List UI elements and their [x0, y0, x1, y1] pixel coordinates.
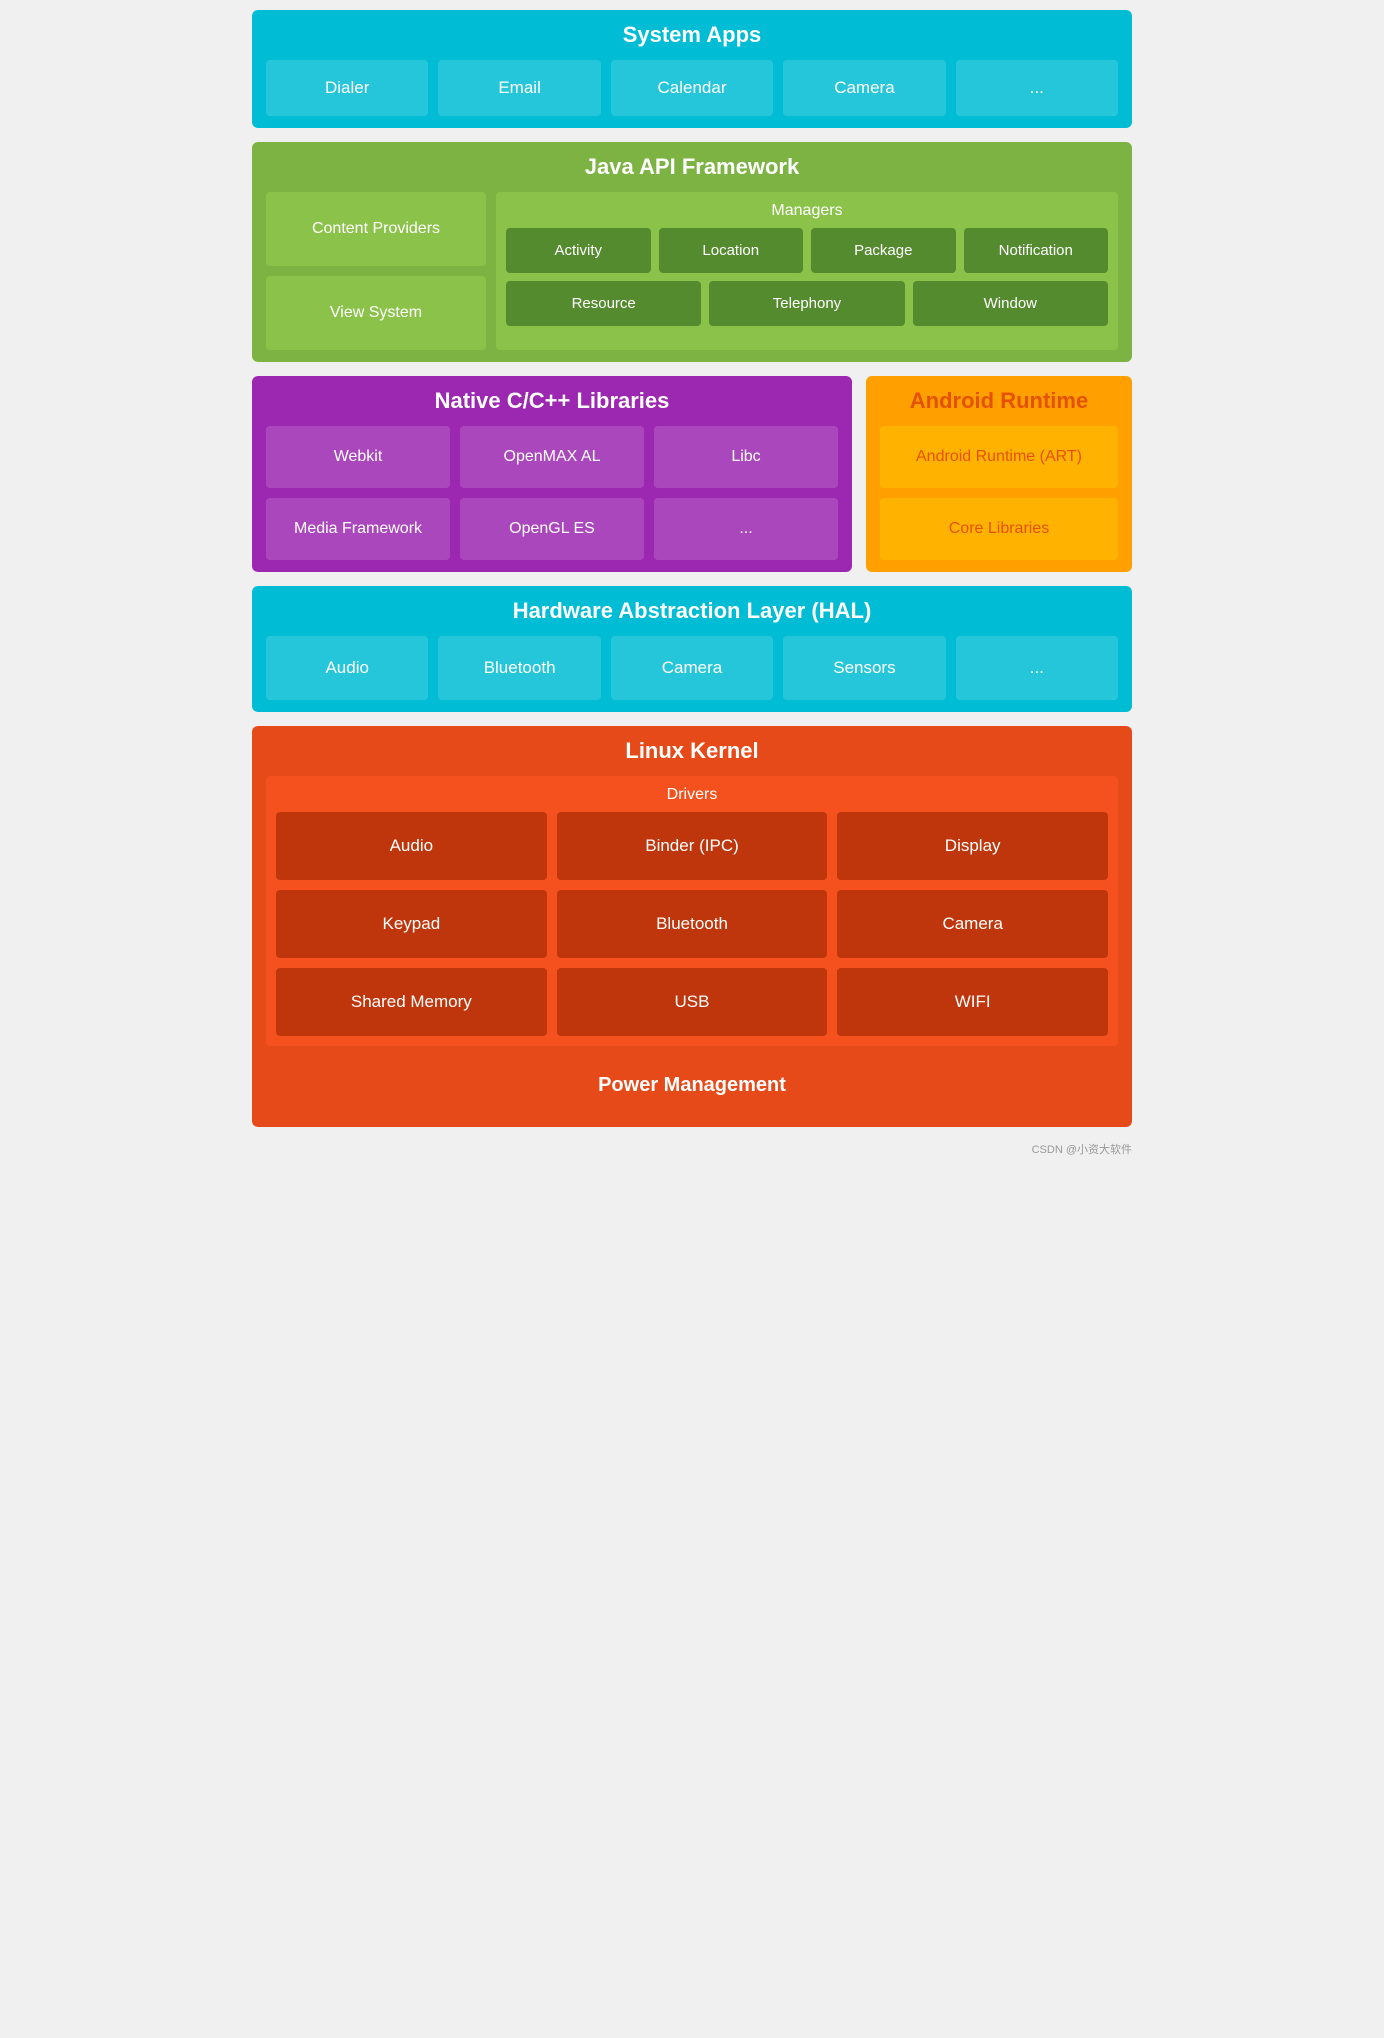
hal-camera-card: Camera	[611, 636, 773, 700]
calendar-card: Calendar	[611, 60, 773, 116]
linux-kernel-title: Linux Kernel	[266, 738, 1118, 764]
drivers-row-1: Audio Binder (IPC) Display	[276, 812, 1108, 880]
android-runtime-title: Android Runtime	[880, 388, 1118, 414]
managers-row-1: Activity Location Package Notification	[506, 228, 1108, 273]
notification-card: Notification	[964, 228, 1109, 273]
native-runtime-row: Native C/C++ Libraries Webkit OpenMAX AL…	[252, 376, 1132, 572]
managers-row-2: Resource Telephony Window	[506, 281, 1108, 326]
opengl-card: OpenGL ES	[460, 498, 644, 560]
resource-card: Resource	[506, 281, 701, 326]
driver-usb-card: USB	[557, 968, 828, 1036]
java-api-title: Java API Framework	[266, 154, 1118, 180]
java-api-layer: Java API Framework Content Providers Vie…	[252, 142, 1132, 362]
system-apps-cards: Dialer Email Calendar Camera ...	[266, 60, 1118, 116]
telephony-card: Telephony	[709, 281, 904, 326]
dialer-card: Dialer	[266, 60, 428, 116]
hal-layer: Hardware Abstraction Layer (HAL) Audio B…	[252, 586, 1132, 712]
more-card: ...	[956, 60, 1118, 116]
hal-bluetooth-card: Bluetooth	[438, 636, 600, 700]
drivers-row-3: Shared Memory USB WIFI	[276, 968, 1108, 1036]
watermark: CSDN @小资大软件	[252, 1141, 1132, 1157]
media-framework-card: Media Framework	[266, 498, 450, 560]
native-libraries-layer: Native C/C++ Libraries Webkit OpenMAX AL…	[252, 376, 852, 572]
native-title: Native C/C++ Libraries	[266, 388, 838, 414]
linux-kernel-layer: Linux Kernel Drivers Audio Binder (IPC) …	[252, 726, 1132, 1127]
android-runtime-layer: Android Runtime Android Runtime (ART) Co…	[866, 376, 1132, 572]
managers-title: Managers	[506, 202, 1108, 220]
package-card: Package	[811, 228, 956, 273]
power-management-card: Power Management	[266, 1056, 1118, 1115]
location-card: Location	[659, 228, 804, 273]
managers-grid: Activity Location Package Notification R…	[506, 228, 1108, 326]
system-apps-title: System Apps	[266, 22, 1118, 48]
core-libraries-card: Core Libraries	[880, 498, 1118, 560]
native-row-2: Media Framework OpenGL ES ...	[266, 498, 838, 560]
java-api-inner: Content Providers View System Managers A…	[266, 192, 1118, 350]
managers-col: Managers Activity Location Package Notif…	[496, 192, 1118, 350]
window-card: Window	[913, 281, 1108, 326]
hal-sensors-card: Sensors	[783, 636, 945, 700]
system-apps-layer: System Apps Dialer Email Calendar Camera…	[252, 10, 1132, 128]
libc-card: Libc	[654, 426, 838, 488]
drivers-title: Drivers	[276, 786, 1108, 804]
driver-display-card: Display	[837, 812, 1108, 880]
webkit-card: Webkit	[266, 426, 450, 488]
driver-camera-card: Camera	[837, 890, 1108, 958]
hal-cards: Audio Bluetooth Camera Sensors ...	[266, 636, 1118, 700]
art-card: Android Runtime (ART)	[880, 426, 1118, 488]
native-more-card: ...	[654, 498, 838, 560]
drivers-section: Drivers Audio Binder (IPC) Display Keypa…	[266, 776, 1118, 1046]
driver-audio-card: Audio	[276, 812, 547, 880]
driver-keypad-card: Keypad	[276, 890, 547, 958]
hal-more-card: ...	[956, 636, 1118, 700]
left-col: Content Providers View System	[266, 192, 486, 350]
activity-card: Activity	[506, 228, 651, 273]
driver-shared-memory-card: Shared Memory	[276, 968, 547, 1036]
openmax-card: OpenMAX AL	[460, 426, 644, 488]
art-grid: Android Runtime (ART) Core Libraries	[880, 426, 1118, 560]
hal-title: Hardware Abstraction Layer (HAL)	[266, 598, 1118, 624]
driver-bluetooth-card: Bluetooth	[557, 890, 828, 958]
drivers-row-2: Keypad Bluetooth Camera	[276, 890, 1108, 958]
driver-binder-card: Binder (IPC)	[557, 812, 828, 880]
hal-audio-card: Audio	[266, 636, 428, 700]
native-grid: Webkit OpenMAX AL Libc Media Framework O…	[266, 426, 838, 560]
driver-wifi-card: WIFI	[837, 968, 1108, 1036]
email-card: Email	[438, 60, 600, 116]
native-row-1: Webkit OpenMAX AL Libc	[266, 426, 838, 488]
camera-card: Camera	[783, 60, 945, 116]
content-providers-card: Content Providers	[266, 192, 486, 266]
drivers-grid: Audio Binder (IPC) Display Keypad Blueto…	[276, 812, 1108, 1036]
view-system-card: View System	[266, 276, 486, 350]
